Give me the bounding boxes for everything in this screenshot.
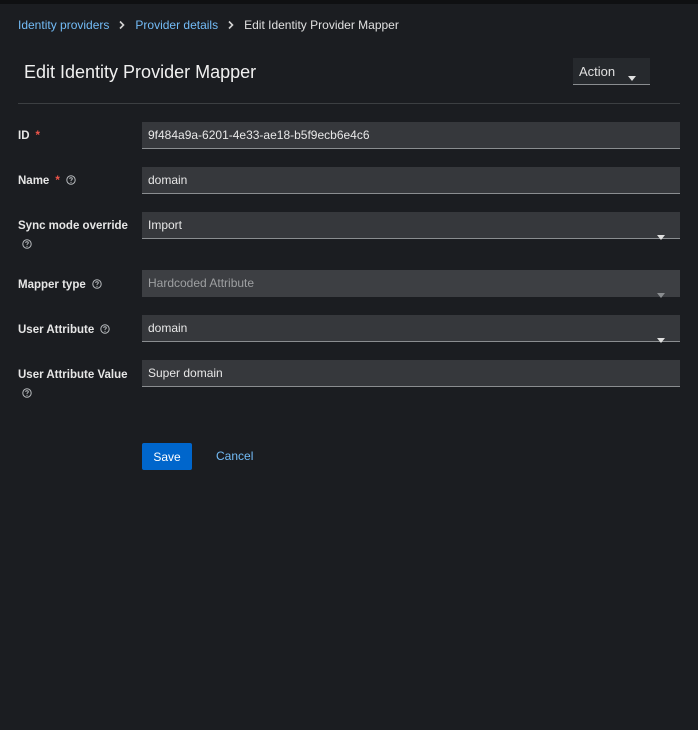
question-circle-icon[interactable]	[100, 324, 110, 334]
question-circle-icon[interactable]	[66, 175, 76, 185]
breadcrumb-provider-details[interactable]: Provider details	[135, 18, 218, 32]
top-edge-bar	[0, 0, 698, 4]
name-label: Name *	[18, 174, 76, 188]
name-field[interactable]	[142, 167, 680, 194]
save-button[interactable]: Save	[142, 443, 192, 470]
id-label-text: ID	[18, 130, 30, 142]
mapper-type-value: Hardcoded Attribute	[148, 276, 255, 290]
action-dropdown-label: Action	[579, 63, 616, 79]
name-label-text: Name	[18, 175, 50, 187]
sync-mode-label-text: Sync mode override	[18, 220, 128, 232]
mapper-type-select: Hardcoded Attribute	[142, 270, 680, 298]
cancel-button[interactable]: Cancel	[216, 449, 253, 463]
page-title: Edit Identity Provider Mapper	[24, 62, 257, 82]
user-attribute-label: User Attribute	[18, 323, 110, 337]
id-label: ID *	[18, 129, 40, 143]
user-attribute-value-field[interactable]	[142, 360, 680, 387]
required-indicator: *	[55, 175, 60, 187]
user-attribute-select[interactable]: domain	[142, 315, 680, 343]
breadcrumb: Identity providers Provider details Edit…	[18, 18, 399, 32]
id-field[interactable]	[142, 122, 680, 149]
sync-mode-select[interactable]: Import	[142, 212, 680, 240]
user-attribute-label-text: User Attribute	[18, 324, 95, 336]
sync-mode-label: Sync mode override	[18, 219, 128, 233]
breadcrumb-current: Edit Identity Provider Mapper	[244, 18, 399, 32]
breadcrumb-identity-providers[interactable]: Identity providers	[18, 18, 109, 32]
sync-mode-value: Import	[148, 218, 183, 232]
chevron-right-icon	[227, 19, 235, 31]
required-indicator: *	[35, 130, 40, 142]
action-dropdown[interactable]: Action	[573, 58, 650, 85]
chevron-right-icon	[118, 19, 126, 31]
question-circle-icon[interactable]	[92, 279, 102, 289]
mapper-type-label-text: Mapper type	[18, 279, 86, 291]
user-attribute-value: domain	[148, 321, 188, 335]
header-divider	[18, 103, 680, 104]
mapper-type-label: Mapper type	[18, 278, 102, 292]
user-attribute-value-label: User Attribute Value	[18, 368, 128, 382]
caret-down-icon	[657, 281, 665, 307]
question-circle-icon[interactable]	[22, 239, 32, 249]
caret-down-icon	[657, 326, 665, 352]
caret-down-icon	[628, 69, 636, 84]
caret-down-icon	[657, 223, 665, 249]
user-attribute-value-label-text: User Attribute Value	[18, 369, 128, 381]
question-circle-icon[interactable]	[22, 388, 32, 398]
